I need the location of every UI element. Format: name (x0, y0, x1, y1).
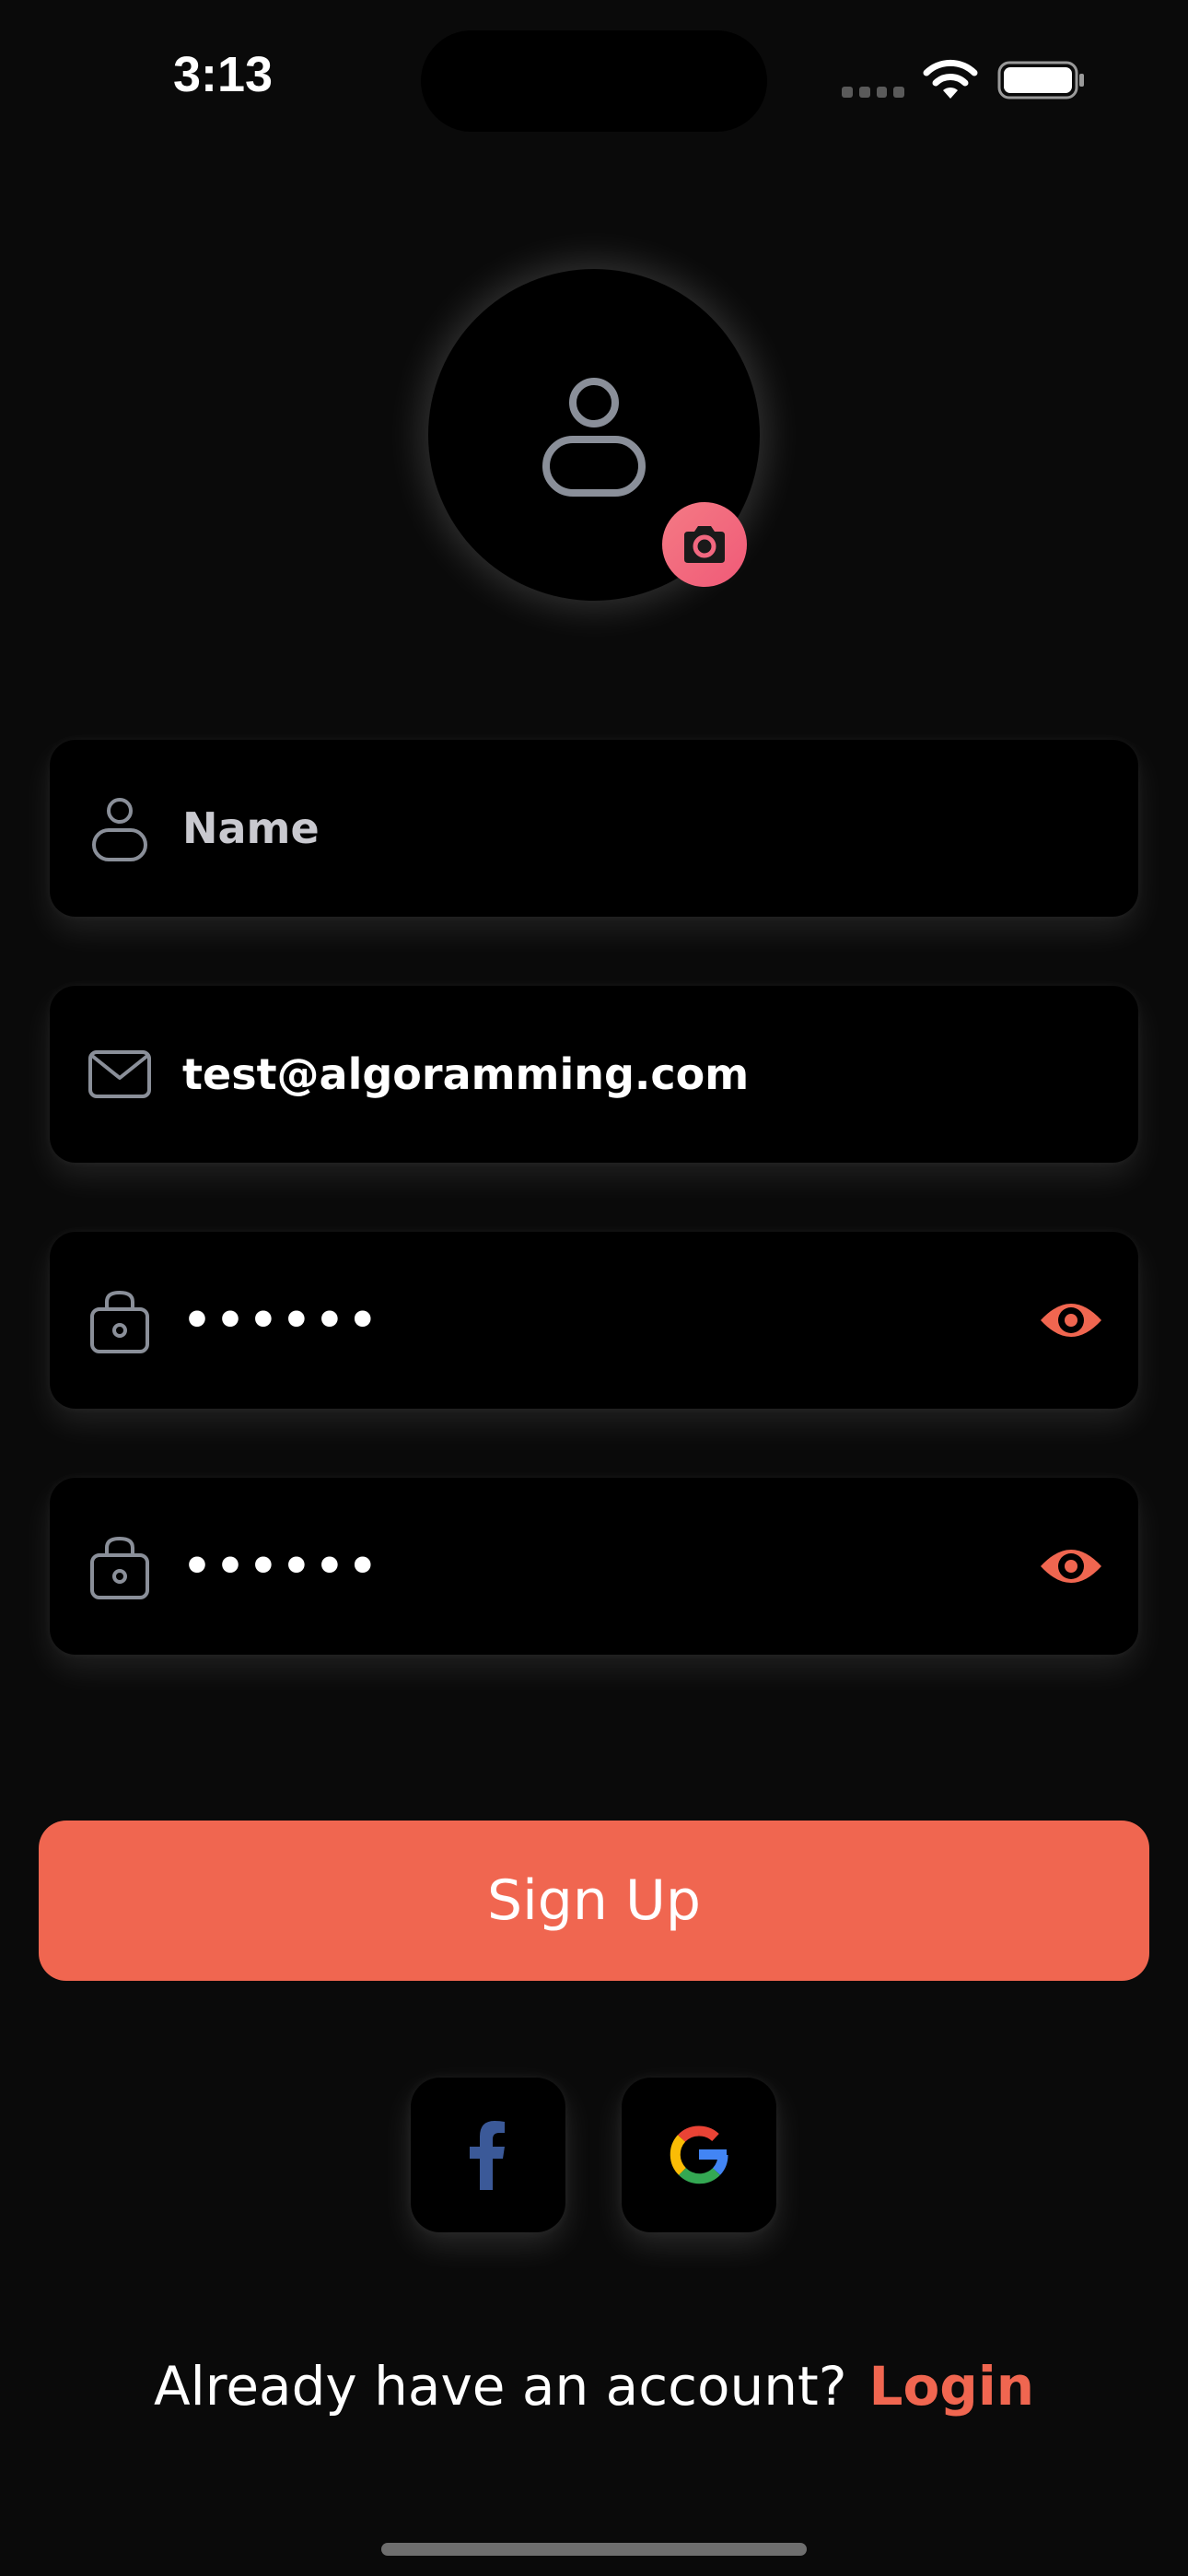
cellular-signal-icon (842, 87, 904, 98)
eye-icon[interactable] (1039, 1537, 1103, 1596)
battery-icon (997, 61, 1084, 100)
confirm-password-field[interactable]: •••••• (50, 1478, 1138, 1655)
name-field[interactable]: Name (50, 740, 1138, 917)
camera-icon (684, 526, 725, 563)
facebook-login-button[interactable] (411, 2078, 565, 2232)
email-field[interactable]: test@algoramming.com (50, 986, 1138, 1163)
mail-icon (88, 1050, 151, 1098)
dynamic-island (421, 30, 767, 132)
lock-icon (90, 1290, 149, 1353)
change-photo-button[interactable] (662, 502, 747, 587)
wifi-icon (923, 59, 978, 99)
confirm-password-input[interactable]: •••••• (182, 1540, 381, 1593)
name-input[interactable]: Name (182, 803, 320, 853)
facebook-icon (470, 2121, 505, 2190)
person-icon (542, 378, 646, 497)
google-login-button[interactable] (622, 2078, 776, 2232)
status-time: 3:13 (173, 47, 274, 102)
lock-icon (90, 1536, 149, 1599)
email-input[interactable]: test@algoramming.com (182, 1049, 749, 1099)
sign-up-button[interactable]: Sign Up (39, 1821, 1149, 1981)
password-input[interactable]: •••••• (182, 1294, 381, 1347)
password-field[interactable]: •••••• (50, 1232, 1138, 1409)
google-icon (670, 2125, 728, 2184)
home-indicator[interactable] (381, 2543, 807, 2556)
eye-icon[interactable] (1039, 1291, 1103, 1350)
login-prompt: Already have an account? (154, 2355, 847, 2418)
login-link[interactable]: Login (869, 2355, 1035, 2418)
person-icon (92, 798, 147, 861)
login-row: Already have an account? Login (0, 2355, 1188, 2418)
